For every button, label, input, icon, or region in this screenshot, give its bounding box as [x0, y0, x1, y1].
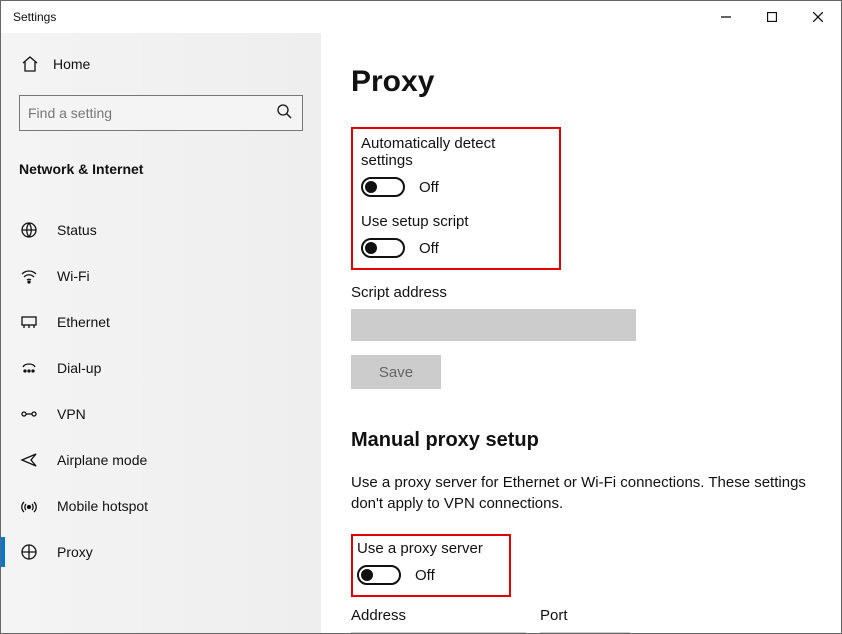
auto-setup-highlight: Automatically detect settings Off Use se… [351, 127, 561, 270]
use-script-toggle[interactable] [361, 238, 405, 258]
window-title: Settings [13, 10, 56, 24]
sidebar-item-label: Dial-up [57, 360, 101, 376]
auto-detect-toggle[interactable] [361, 177, 405, 197]
settings-window: Settings Home [0, 0, 842, 634]
sidebar-item-hotspot[interactable]: Mobile hotspot [1, 483, 321, 529]
script-address-input[interactable] [351, 309, 636, 341]
script-address-label: Script address [351, 284, 811, 301]
airplane-icon [19, 450, 39, 470]
sidebar-item-vpn[interactable]: VPN [1, 391, 321, 437]
port-input[interactable] [540, 632, 630, 633]
use-proxy-label: Use a proxy server [357, 540, 499, 557]
auto-detect-label: Automatically detect settings [361, 135, 551, 169]
ethernet-icon [19, 312, 39, 332]
main-content: Proxy Automatically detect settings Off … [321, 33, 841, 633]
sidebar-item-airplane[interactable]: Airplane mode [1, 437, 321, 483]
sidebar-item-label: Proxy [57, 544, 93, 560]
use-proxy-highlight: Use a proxy server Off [351, 534, 511, 597]
sidebar-item-dialup[interactable]: Dial-up [1, 345, 321, 391]
use-script-state: Off [419, 240, 439, 257]
vpn-icon [19, 404, 39, 424]
home-nav[interactable]: Home [21, 55, 303, 73]
sidebar-item-status[interactable]: Status [1, 207, 321, 253]
address-label: Address [351, 607, 526, 624]
save-button[interactable]: Save [351, 355, 441, 389]
auto-detect-state: Off [419, 179, 439, 196]
hotspot-icon [19, 496, 39, 516]
search-input[interactable] [19, 95, 303, 131]
minimize-button[interactable] [703, 1, 749, 33]
sidebar-item-label: Airplane mode [57, 452, 147, 468]
use-proxy-state: Off [415, 567, 435, 584]
sidebar-item-label: VPN [57, 406, 86, 422]
maximize-button[interactable] [749, 1, 795, 33]
titlebar: Settings [1, 1, 841, 33]
address-input[interactable] [351, 632, 526, 633]
home-icon [21, 55, 39, 73]
window-body: Home Network & Internet Status Wi-Fi Eth… [1, 33, 841, 633]
sidebar-item-label: Mobile hotspot [57, 498, 148, 514]
manual-proxy-heading: Manual proxy setup [351, 429, 811, 452]
sidebar-item-label: Wi-Fi [57, 268, 90, 284]
page-title: Proxy [351, 65, 811, 99]
search-icon [274, 103, 294, 124]
close-button[interactable] [795, 1, 841, 33]
port-label: Port [540, 607, 630, 624]
wifi-icon [19, 266, 39, 286]
sidebar: Home Network & Internet Status Wi-Fi Eth… [1, 33, 321, 633]
sidebar-item-label: Ethernet [57, 314, 110, 330]
status-icon [19, 220, 39, 240]
sidebar-item-wifi[interactable]: Wi-Fi [1, 253, 321, 299]
home-label: Home [53, 56, 90, 72]
category-heading: Network & Internet [19, 161, 303, 177]
sidebar-item-label: Status [57, 222, 97, 238]
proxy-icon [19, 542, 39, 562]
use-script-label: Use setup script [361, 213, 551, 230]
sidebar-item-proxy[interactable]: Proxy [1, 529, 321, 575]
dialup-icon [19, 358, 39, 378]
search-field[interactable] [28, 105, 274, 121]
sidebar-item-ethernet[interactable]: Ethernet [1, 299, 321, 345]
manual-proxy-description: Use a proxy server for Ethernet or Wi-Fi… [351, 472, 811, 514]
window-controls [703, 1, 841, 33]
use-proxy-toggle[interactable] [357, 565, 401, 585]
